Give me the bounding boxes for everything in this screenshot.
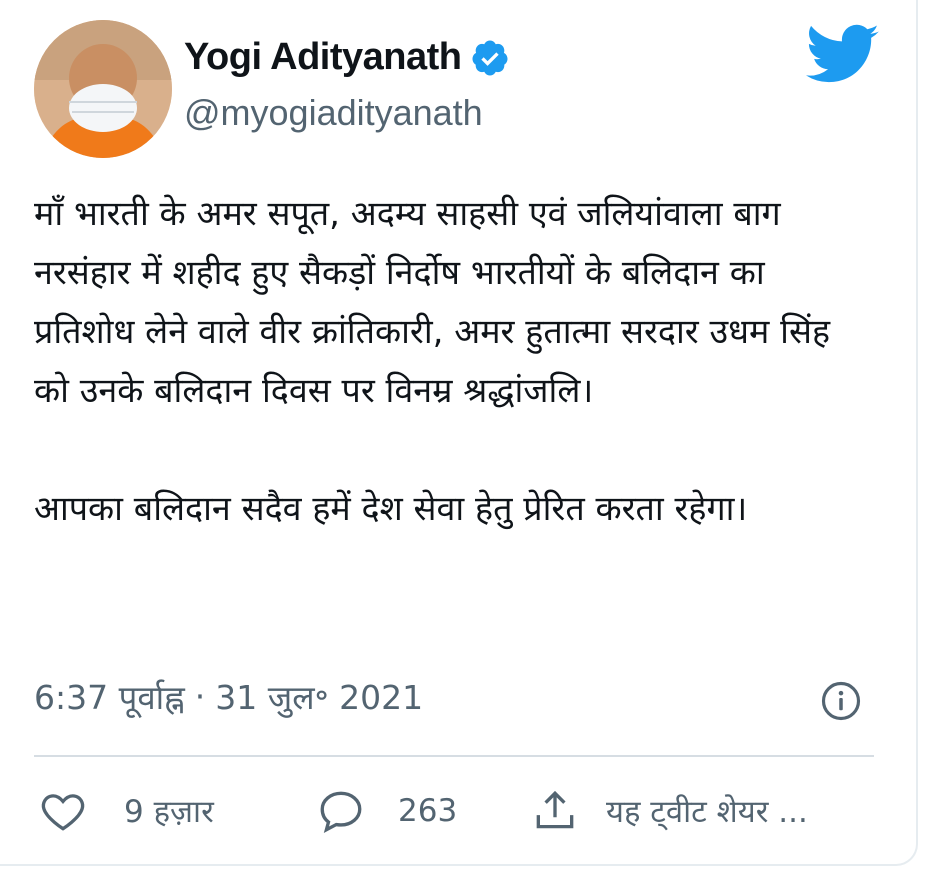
tweet-card[interactable]: Yogi Adityanath @myogiadityanath माँ भार…	[0, 0, 918, 866]
twitter-bird-icon[interactable]	[806, 24, 880, 86]
reply-button[interactable]: 263	[316, 786, 457, 836]
tweet-text: माँ भारती के अमर सपूत, अदम्य साहसी एवं ज…	[34, 185, 874, 539]
reply-icon	[316, 786, 366, 836]
author-handle[interactable]: @myogiadityanath	[184, 92, 483, 134]
tweet-timestamp[interactable]: 6:37 पूर्वाह्न · 31 जुल॰ 2021	[34, 674, 423, 719]
info-icon[interactable]	[820, 680, 862, 722]
like-button[interactable]: 9 हज़ार	[38, 786, 214, 836]
author-name[interactable]: Yogi Adityanath	[184, 36, 462, 79]
reply-count: 263	[398, 793, 458, 829]
heart-icon	[38, 786, 88, 836]
timestamp-separator: ·	[194, 677, 206, 716]
tweet-time: 6:37 पूर्वाह्न	[34, 678, 185, 717]
tweet-paragraph-1: माँ भारती के अमर सपूत, अदम्य साहसी एवं ज…	[34, 194, 830, 411]
tweet-date: 31 जुल॰ 2021	[215, 678, 424, 717]
author-name-row: Yogi Adityanath	[184, 36, 510, 79]
share-label: यह ट्वीट शेयर ...	[606, 794, 808, 830]
action-bar: 9 हज़ार 263 यह ट्वीट शेयर ...	[34, 786, 874, 846]
divider	[34, 755, 874, 757]
share-button[interactable]: यह ट्वीट शेयर ...	[530, 786, 808, 836]
verified-badge-icon	[470, 38, 510, 78]
tweet-paragraph-2: आपका बलिदान सदैव हमें देश सेवा हेतु प्रे…	[34, 489, 748, 529]
share-icon	[530, 786, 580, 836]
like-count: 9 हज़ार	[124, 794, 214, 830]
avatar[interactable]	[34, 20, 172, 158]
